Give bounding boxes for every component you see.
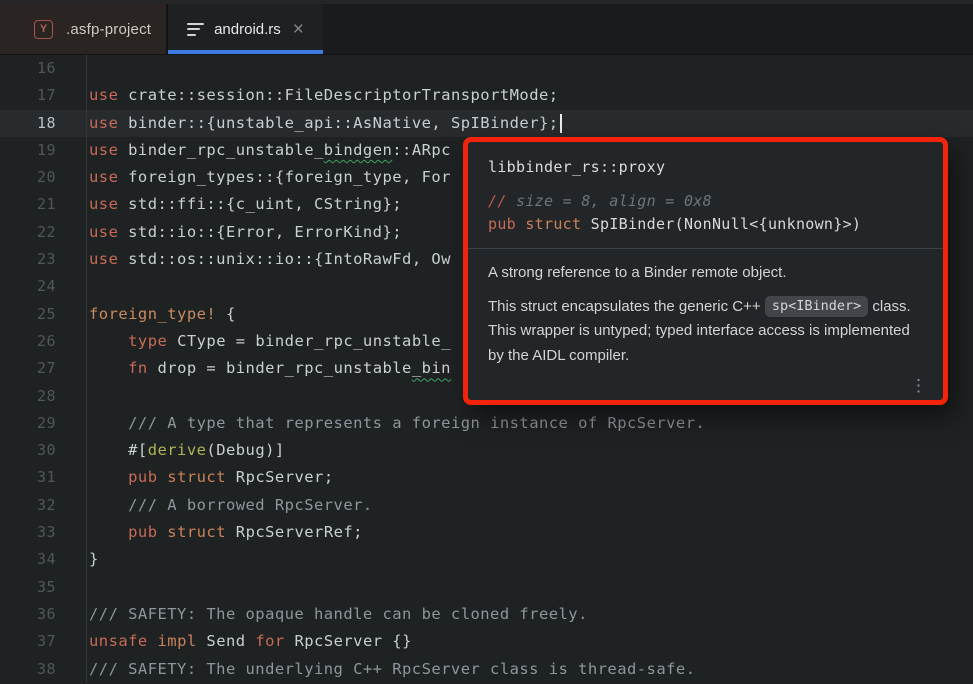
line-number[interactable]: 22	[0, 219, 87, 246]
code-text: use std::ffi::{c_uint, CString};	[87, 191, 402, 218]
popup-signature: pub struct SpIBinder(NonNull<{unknown}>)	[488, 213, 923, 236]
line-number[interactable]: 32	[0, 492, 87, 519]
code-line[interactable]: 16	[0, 55, 973, 82]
code-text: /// SAFETY: The opaque handle can be clo…	[87, 601, 588, 628]
line-number[interactable]: 36	[0, 601, 87, 628]
code-text	[87, 55, 89, 82]
line-number[interactable]: 28	[0, 383, 87, 410]
line-number[interactable]: 31	[0, 464, 87, 491]
tab-close-icon[interactable]: ×	[293, 20, 304, 39]
active-tab-indicator	[168, 50, 323, 54]
line-number[interactable]: 24	[0, 273, 87, 300]
inline-code-chip: sp<IBinder>	[765, 296, 868, 317]
tab-bar: Y .asfp-project android.rs ×	[0, 4, 973, 55]
code-line[interactable]: 30 #[derive(Debug)]	[0, 437, 973, 464]
line-number[interactable]: 20	[0, 164, 87, 191]
code-text: use foreign_types::{foreign_type, For	[87, 164, 451, 191]
code-text: #[derive(Debug)]	[87, 437, 285, 464]
hover-doc-popup: libbinder_rs::proxy // size = 8, align =…	[463, 137, 948, 405]
tab-android-rs[interactable]: android.rs ×	[168, 4, 323, 54]
line-number[interactable]: 21	[0, 191, 87, 218]
line-number[interactable]: 18	[0, 110, 87, 137]
popup-more-actions-icon[interactable]: ⋮	[910, 377, 927, 394]
code-text: use binder_rpc_unstable_bindgen::ARpc	[87, 137, 451, 164]
popup-description: This struct encapsulates the generic C++…	[488, 295, 914, 369]
line-number[interactable]: 16	[0, 55, 87, 82]
code-line[interactable]: 18use binder::{unstable_api::AsNative, S…	[0, 110, 973, 137]
code-text: /// A type that represents a foreign ins…	[87, 410, 705, 437]
code-text: type CType = binder_rpc_unstable_	[87, 328, 451, 355]
code-text: use std::io::{Error, ErrorKind};	[87, 219, 402, 246]
line-number[interactable]: 19	[0, 137, 87, 164]
line-number[interactable]: 35	[0, 574, 87, 601]
line-number[interactable]: 23	[0, 246, 87, 273]
code-text: /// SAFETY: The underlying C++ RpcServer…	[87, 656, 695, 683]
line-number[interactable]: 30	[0, 437, 87, 464]
popup-summary: A strong reference to a Binder remote ob…	[488, 261, 914, 286]
tab-android-rs-label: android.rs	[214, 21, 281, 38]
line-number[interactable]: 26	[0, 328, 87, 355]
code-line[interactable]: 32 /// A borrowed RpcServer.	[0, 492, 973, 519]
code-line[interactable]: 31 pub struct RpcServer;	[0, 464, 973, 491]
code-line[interactable]: 36/// SAFETY: The opaque handle can be c…	[0, 601, 973, 628]
tab-project-label: .asfp-project	[66, 21, 151, 38]
code-text	[87, 273, 89, 300]
tab-bar-empty-area	[323, 4, 973, 54]
code-text	[87, 383, 89, 410]
code-line[interactable]: 35	[0, 574, 973, 601]
line-number[interactable]: 34	[0, 546, 87, 573]
popup-module-path: libbinder_rs::proxy	[488, 158, 923, 176]
line-number[interactable]: 29	[0, 410, 87, 437]
code-text: foreign_type! {	[87, 301, 236, 328]
code-line[interactable]: 17use crate::session::FileDescriptorTran…	[0, 82, 973, 109]
code-text: pub struct RpcServerRef;	[87, 519, 363, 546]
code-text	[87, 574, 89, 601]
line-number[interactable]: 17	[0, 82, 87, 109]
code-line[interactable]: 33 pub struct RpcServerRef;	[0, 519, 973, 546]
code-line[interactable]: 34}	[0, 546, 973, 573]
popup-divider	[468, 248, 943, 249]
code-text: use binder::{unstable_api::AsNative, SpI…	[87, 110, 562, 137]
line-number[interactable]: 33	[0, 519, 87, 546]
code-text: use std::os::unix::io::{IntoRawFd, Ow	[87, 246, 451, 273]
line-number[interactable]: 38	[0, 656, 87, 683]
code-text: unsafe impl Send for RpcServer {}	[87, 628, 412, 655]
code-text: fn drop = binder_rpc_unstable_bin	[87, 355, 451, 382]
text-cursor	[560, 114, 562, 133]
code-text: /// A borrowed RpcServer.	[87, 492, 373, 519]
code-line[interactable]: 29 /// A type that represents a foreign …	[0, 410, 973, 437]
file-lines-icon	[187, 23, 204, 36]
line-number[interactable]: 25	[0, 301, 87, 328]
code-line[interactable]: 38/// SAFETY: The underlying C++ RpcServ…	[0, 656, 973, 683]
code-text: use crate::session::FileDescriptorTransp…	[87, 82, 559, 109]
line-number[interactable]: 27	[0, 355, 87, 382]
code-text: }	[87, 546, 99, 573]
popup-size-comment: // size = 8, align = 0x8	[488, 190, 923, 213]
project-file-type-icon: Y	[34, 20, 53, 39]
line-number[interactable]: 37	[0, 628, 87, 655]
code-line[interactable]: 37unsafe impl Send for RpcServer {}	[0, 628, 973, 655]
code-text: pub struct RpcServer;	[87, 464, 334, 491]
tab-project[interactable]: Y .asfp-project	[0, 4, 168, 54]
